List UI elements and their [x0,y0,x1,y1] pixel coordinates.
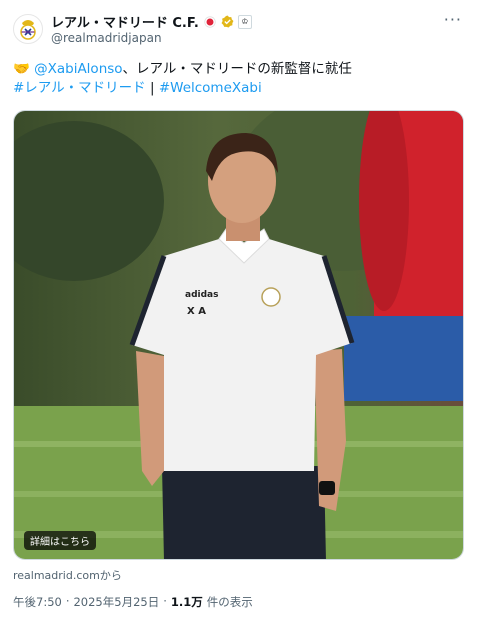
tweet-text: 🤝 @XabiAlonso、レアル・マドリードの新監督に就任 #レアル・マドリー… [13,60,465,98]
link-card-image[interactable]: adidas X A 詳細はこちら [13,110,464,560]
handshake-emoji: 🤝 [13,61,30,77]
shirt-brand: adidas [185,290,219,300]
affiliate-badge-icon[interactable]: ♔ [237,14,252,29]
shirt-initials: X A [187,306,206,317]
more-dots-icon[interactable]: ··· [444,12,462,28]
meta-dot: · [65,594,70,608]
real-madrid-crest-icon [20,20,36,40]
hashtag-separator: | [145,80,159,96]
tweet-meta: 午後7:50 · 2025年5月25日 · 1.1万 件の表示 [13,594,253,610]
hashtag-realmadrid[interactable]: #レアル・マドリード [13,80,146,96]
mention-link[interactable]: @XabiAlonso [34,61,122,77]
verified-badge-icon[interactable] [221,15,234,28]
japan-flag-icon [204,16,215,27]
meta-dot-2: · [163,594,167,608]
tweet-date[interactable]: 2025年5月25日 [73,594,159,610]
source-suffix: から [99,569,122,582]
photo [14,111,463,559]
card-label[interactable]: 詳細はこちら [24,531,96,550]
hashtag-welcomexabi[interactable]: #WelcomeXabi [159,80,262,96]
display-name[interactable]: レアル・マドリード C.F. [51,12,199,31]
avatar[interactable] [13,14,43,44]
handle[interactable]: @realmadridjapan [51,31,162,45]
tweet-body: 、レアル・マドリードの新監督に就任 [122,61,352,77]
tweet-card[interactable]: レアル・マドリード C.F. ♔ @realmadridjapan ··· 🤝 … [0,0,478,617]
source-link[interactable]: realmadrid.comから [13,567,122,583]
view-label: 件の表示 [206,595,253,609]
tweet-time[interactable]: 午後7:50 [13,594,62,610]
view-count[interactable]: 1.1万 [171,594,203,610]
source-domain[interactable]: realmadrid.com [13,569,100,582]
